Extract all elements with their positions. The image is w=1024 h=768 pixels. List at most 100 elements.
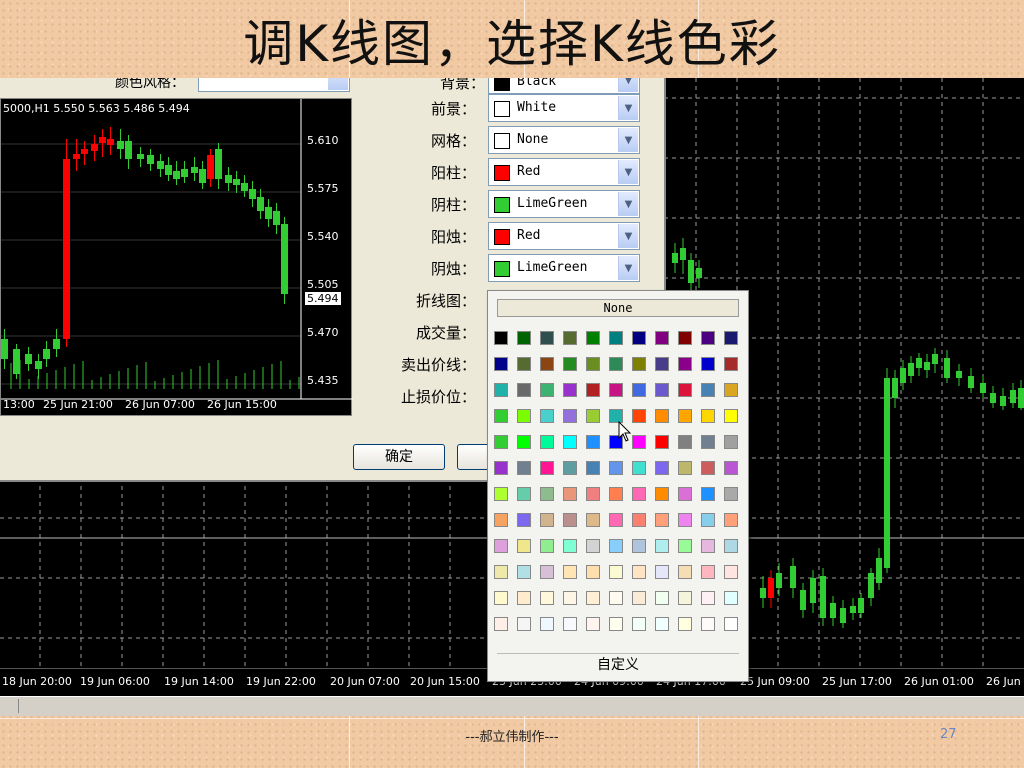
- color-cell[interactable]: [678, 383, 692, 397]
- color-cell[interactable]: [540, 435, 554, 449]
- color-cell[interactable]: [701, 617, 715, 631]
- color-cell[interactable]: [494, 461, 508, 475]
- color-cell[interactable]: [494, 617, 508, 631]
- color-cell[interactable]: [724, 461, 738, 475]
- color-cell[interactable]: [563, 461, 577, 475]
- color-cell[interactable]: [609, 591, 623, 605]
- color-cell[interactable]: [494, 331, 508, 345]
- color-cell[interactable]: [655, 591, 669, 605]
- none-color-button[interactable]: None: [497, 299, 739, 317]
- color-cell[interactable]: [586, 513, 600, 527]
- color-cell[interactable]: [701, 435, 715, 449]
- color-cell[interactable]: [494, 357, 508, 371]
- color-cell[interactable]: [632, 357, 646, 371]
- color-cell[interactable]: [678, 461, 692, 475]
- color-cell[interactable]: [540, 357, 554, 371]
- color-cell[interactable]: [724, 435, 738, 449]
- color-cell[interactable]: [701, 461, 715, 475]
- color-cell[interactable]: [540, 461, 554, 475]
- color-cell[interactable]: [724, 409, 738, 423]
- color-scheme-select[interactable]: [198, 78, 350, 92]
- color-cell[interactable]: [724, 383, 738, 397]
- chevron-down-icon[interactable]: ▼: [618, 96, 638, 120]
- color-cell[interactable]: [724, 331, 738, 345]
- color-cell[interactable]: [563, 357, 577, 371]
- color-cell[interactable]: [517, 617, 531, 631]
- color-cell[interactable]: [517, 591, 531, 605]
- ok-button[interactable]: 确定: [353, 444, 445, 470]
- color-cell[interactable]: [632, 435, 646, 449]
- color-cell[interactable]: [517, 383, 531, 397]
- color-cell[interactable]: [586, 617, 600, 631]
- color-cell[interactable]: [678, 435, 692, 449]
- color-cell[interactable]: [586, 565, 600, 579]
- color-cell[interactable]: [609, 487, 623, 501]
- color-select[interactable]: Red ▼: [488, 222, 640, 250]
- color-cell[interactable]: [494, 565, 508, 579]
- color-cell[interactable]: [655, 461, 669, 475]
- color-select[interactable]: None ▼: [488, 126, 640, 154]
- color-cell[interactable]: [540, 487, 554, 501]
- chevron-down-icon[interactable]: ▼: [618, 128, 638, 152]
- color-cell[interactable]: [563, 565, 577, 579]
- color-cell[interactable]: [586, 461, 600, 475]
- color-cell[interactable]: [586, 487, 600, 501]
- color-cell[interactable]: [632, 383, 646, 397]
- color-cell[interactable]: [701, 331, 715, 345]
- color-cell[interactable]: [517, 461, 531, 475]
- color-cell[interactable]: [586, 539, 600, 553]
- color-cell[interactable]: [724, 565, 738, 579]
- color-cell[interactable]: [609, 357, 623, 371]
- color-cell[interactable]: [724, 487, 738, 501]
- color-cell[interactable]: [563, 591, 577, 605]
- color-cell[interactable]: [586, 591, 600, 605]
- color-cell[interactable]: [655, 435, 669, 449]
- color-cell[interactable]: [540, 331, 554, 345]
- background-color-select[interactable]: Black ▼: [488, 78, 640, 94]
- color-cell[interactable]: [494, 383, 508, 397]
- color-cell[interactable]: [678, 409, 692, 423]
- color-cell[interactable]: [517, 409, 531, 423]
- color-cell[interactable]: [632, 461, 646, 475]
- color-cell[interactable]: [609, 513, 623, 527]
- color-cell[interactable]: [563, 331, 577, 345]
- color-cell[interactable]: [563, 513, 577, 527]
- color-cell[interactable]: [517, 487, 531, 501]
- color-cell[interactable]: [540, 617, 554, 631]
- color-cell[interactable]: [540, 591, 554, 605]
- color-cell[interactable]: [678, 513, 692, 527]
- color-cell[interactable]: [678, 565, 692, 579]
- color-cell[interactable]: [678, 539, 692, 553]
- color-cell[interactable]: [655, 539, 669, 553]
- color-cell[interactable]: [586, 357, 600, 371]
- color-cell[interactable]: [563, 383, 577, 397]
- color-cell[interactable]: [724, 513, 738, 527]
- color-cell[interactable]: [655, 383, 669, 397]
- chevron-down-icon[interactable]: ▼: [618, 192, 638, 216]
- color-cell[interactable]: [655, 409, 669, 423]
- color-cell[interactable]: [540, 513, 554, 527]
- chevron-down-icon[interactable]: [328, 78, 348, 90]
- color-cell[interactable]: [655, 487, 669, 501]
- color-cell[interactable]: [678, 591, 692, 605]
- color-cell[interactable]: [701, 409, 715, 423]
- color-select[interactable]: LimeGreen ▼: [488, 254, 640, 282]
- color-select[interactable]: White ▼: [488, 94, 640, 122]
- color-cell[interactable]: [586, 409, 600, 423]
- color-cell[interactable]: [655, 617, 669, 631]
- color-cell[interactable]: [632, 565, 646, 579]
- color-cell[interactable]: [655, 331, 669, 345]
- color-cell[interactable]: [655, 565, 669, 579]
- color-cell[interactable]: [632, 539, 646, 553]
- color-cell[interactable]: [563, 435, 577, 449]
- color-cell[interactable]: [632, 591, 646, 605]
- color-cell[interactable]: [586, 383, 600, 397]
- color-cell[interactable]: [724, 357, 738, 371]
- color-cell[interactable]: [655, 513, 669, 527]
- color-cell[interactable]: [586, 435, 600, 449]
- color-cell[interactable]: [701, 513, 715, 527]
- color-cell[interactable]: [609, 565, 623, 579]
- color-cell[interactable]: [517, 357, 531, 371]
- color-cell[interactable]: [655, 357, 669, 371]
- custom-color-button[interactable]: 自定义: [497, 653, 739, 675]
